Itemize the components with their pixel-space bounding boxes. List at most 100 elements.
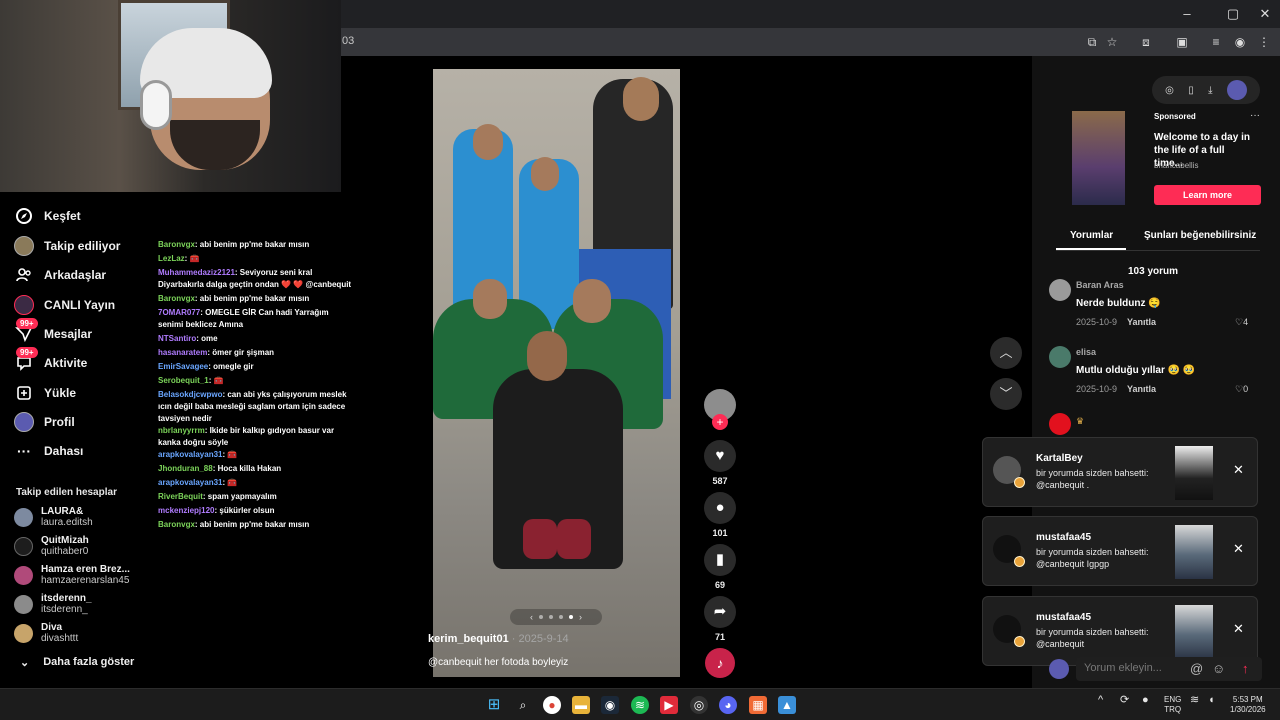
spotify-icon[interactable]: ≋ <box>631 696 649 714</box>
obs-icon[interactable]: ◎ <box>690 696 708 714</box>
more-options-icon[interactable]: ··· <box>1250 110 1260 121</box>
nav-more[interactable]: ··· Dahası <box>14 440 83 462</box>
microphone-icon[interactable]: ● <box>1142 695 1149 706</box>
nav-explore[interactable]: Keşfet <box>14 205 81 227</box>
close-icon[interactable]: ✕ <box>1233 621 1244 637</box>
send-icon[interactable]: ↑ <box>1242 661 1249 676</box>
tab-you-may-like[interactable]: Şunları beğenebilirsiniz <box>1144 230 1256 241</box>
install-app-icon[interactable]: ⧉ <box>1084 34 1100 50</box>
reply-button[interactable]: Yanıtla <box>1127 384 1156 394</box>
following-account[interactable]: LAURA& laura.editsh <box>14 504 93 530</box>
carousel-indicator[interactable]: ‹ › <box>510 609 602 625</box>
mention-notification[interactable]: mustafaa45 bir yorumda sizden bahsetti: … <box>982 596 1258 666</box>
download-icon[interactable]: ⤓ <box>1208 85 1212 96</box>
heart-icon: ♥ <box>715 447 725 464</box>
comment-input[interactable]: Yorum ekleyin... @ ☺ ↑ <box>1076 657 1262 681</box>
sponsored-user[interactable]: briancabellis <box>1154 161 1198 170</box>
chat-text: : omegle gir <box>208 362 254 371</box>
clock[interactable]: 5:53 PM 1/30/2026 <box>1230 695 1266 715</box>
following-account[interactable]: itsderenn_ itsderenn_ <box>14 591 92 617</box>
video-player[interactable] <box>433 69 680 677</box>
nav-profile[interactable]: Profil <box>14 411 75 433</box>
nav-activity[interactable]: 99+ Aktivite <box>14 347 87 374</box>
user-avatar[interactable] <box>1226 80 1247 100</box>
share-button[interactable]: ➦ <box>704 596 736 628</box>
comment-author[interactable]: elisa <box>1076 347 1096 357</box>
steam-icon[interactable]: ◉ <box>601 696 619 714</box>
address-bar[interactable]: 03 <box>342 35 354 47</box>
chat-username: Belasokdjcwpwo <box>158 390 223 399</box>
app-icon[interactable]: ▦ <box>749 696 767 714</box>
language-indicator[interactable]: ENG TRQ <box>1164 695 1181 715</box>
following-account[interactable]: Hamza eren Brez... hamzaerenarslan45 <box>14 562 130 588</box>
following-account[interactable]: QuitMizah quithaber0 <box>14 533 89 559</box>
comment-author[interactable]: Baran Aras <box>1076 280 1124 290</box>
nav-live[interactable]: CANLI Yayın <box>14 294 115 316</box>
carousel-dot[interactable] <box>539 615 543 619</box>
music-disc-button[interactable]: ♪ <box>705 648 735 678</box>
carousel-dot[interactable] <box>549 615 553 619</box>
media-app-icon[interactable]: ▶ <box>660 696 678 714</box>
nav-following[interactable]: Takip ediliyor <box>14 235 120 257</box>
phone-icon[interactable]: ▯ <box>1188 85 1194 96</box>
extensions-icon[interactable]: ⧈ <box>1138 34 1154 50</box>
video-author[interactable]: kerim_bequit01 · 2025-9-14 <box>428 633 569 645</box>
maximize-button[interactable]: ▢ <box>1218 4 1248 24</box>
avatar[interactable] <box>1049 346 1071 368</box>
close-icon[interactable]: ✕ <box>1233 462 1244 478</box>
tray-chevron-up-icon[interactable]: ^ <box>1098 695 1103 706</box>
windows-start-icon[interactable]: ⊞ <box>485 696 503 714</box>
coin-badge-icon <box>1014 636 1025 647</box>
minimize-button[interactable]: – <box>1172 4 1202 24</box>
learn-more-button[interactable]: Learn more <box>1154 185 1261 205</box>
search-icon[interactable]: ⌕ <box>514 696 532 714</box>
author-name[interactable]: kerim_bequit01 <box>428 633 509 645</box>
profile-icon[interactable]: ◉ <box>1232 34 1248 50</box>
nav-messages[interactable]: 99+ Mesajlar <box>14 318 92 345</box>
mention-icon[interactable]: @ <box>1190 661 1203 676</box>
live-icon <box>14 295 34 315</box>
mention-notification[interactable]: KartalBey bir yorumda sizden bahsetti: @… <box>982 437 1258 507</box>
save-button[interactable]: ▮ <box>704 544 736 576</box>
photos-icon[interactable]: ▲ <box>778 696 796 714</box>
close-icon[interactable]: ✕ <box>1233 541 1244 557</box>
volume-icon[interactable]: ◖ <box>1208 695 1215 706</box>
reading-list-icon[interactable]: ≡ <box>1208 34 1224 50</box>
comment-like[interactable]: ♡4 <box>1235 317 1248 328</box>
menu-dots-icon[interactable]: ⋮ <box>1256 34 1272 50</box>
file-explorer-icon[interactable]: ▬ <box>572 696 590 714</box>
comment-like[interactable]: ♡0 <box>1235 384 1248 395</box>
mention-notification[interactable]: mustafaa45 bir yorumda sizden bahsetti: … <box>982 516 1258 586</box>
nav-upload[interactable]: Yükle <box>14 382 76 404</box>
emoji-icon[interactable]: ☺ <box>1212 661 1225 676</box>
previous-video-button[interactable]: ︿ <box>990 337 1022 369</box>
network-icon[interactable]: ⟳ <box>1120 695 1129 706</box>
wifi-icon[interactable]: ≋ <box>1190 695 1199 706</box>
show-more-button[interactable]: ⌄ Daha fazla göster <box>20 656 134 669</box>
carousel-next-icon[interactable]: › <box>579 612 582 622</box>
next-video-button[interactable]: ﹀ <box>990 378 1022 410</box>
reply-button[interactable]: Yanıtla <box>1127 317 1156 327</box>
bookmark-star-icon[interactable]: ☆ <box>1104 34 1120 50</box>
sponsored-thumbnail[interactable] <box>1072 111 1125 205</box>
messages-icon: 99+ <box>14 318 38 344</box>
nav-friends[interactable]: Arkadaşlar <box>14 264 106 286</box>
tab-comments[interactable]: Yorumlar <box>1070 230 1113 241</box>
avatar[interactable] <box>1049 413 1071 435</box>
like-button[interactable]: ♥ <box>704 440 736 472</box>
carousel-dot-active[interactable] <box>569 615 573 619</box>
chrome-icon[interactable]: ● <box>543 696 561 714</box>
follow-plus-button[interactable]: + <box>712 414 728 430</box>
avatar[interactable] <box>1049 279 1071 301</box>
nav-label: Takip ediliyor <box>44 239 121 253</box>
split-view-icon[interactable]: ▣ <box>1174 34 1190 50</box>
account-name: Hamza eren Brez... <box>41 564 130 575</box>
carousel-dot[interactable] <box>559 615 563 619</box>
close-window-button[interactable]: ✕ <box>1250 4 1280 24</box>
carousel-prev-icon[interactable]: ‹ <box>530 612 533 622</box>
following-account[interactable]: Diva divashttt <box>14 620 78 646</box>
compass-icon[interactable]: ◎ <box>1165 85 1174 96</box>
discord-icon[interactable]: ◕ <box>719 696 737 714</box>
comment-button[interactable]: ● <box>704 492 736 524</box>
crown-icon: ♛ <box>1076 416 1085 426</box>
